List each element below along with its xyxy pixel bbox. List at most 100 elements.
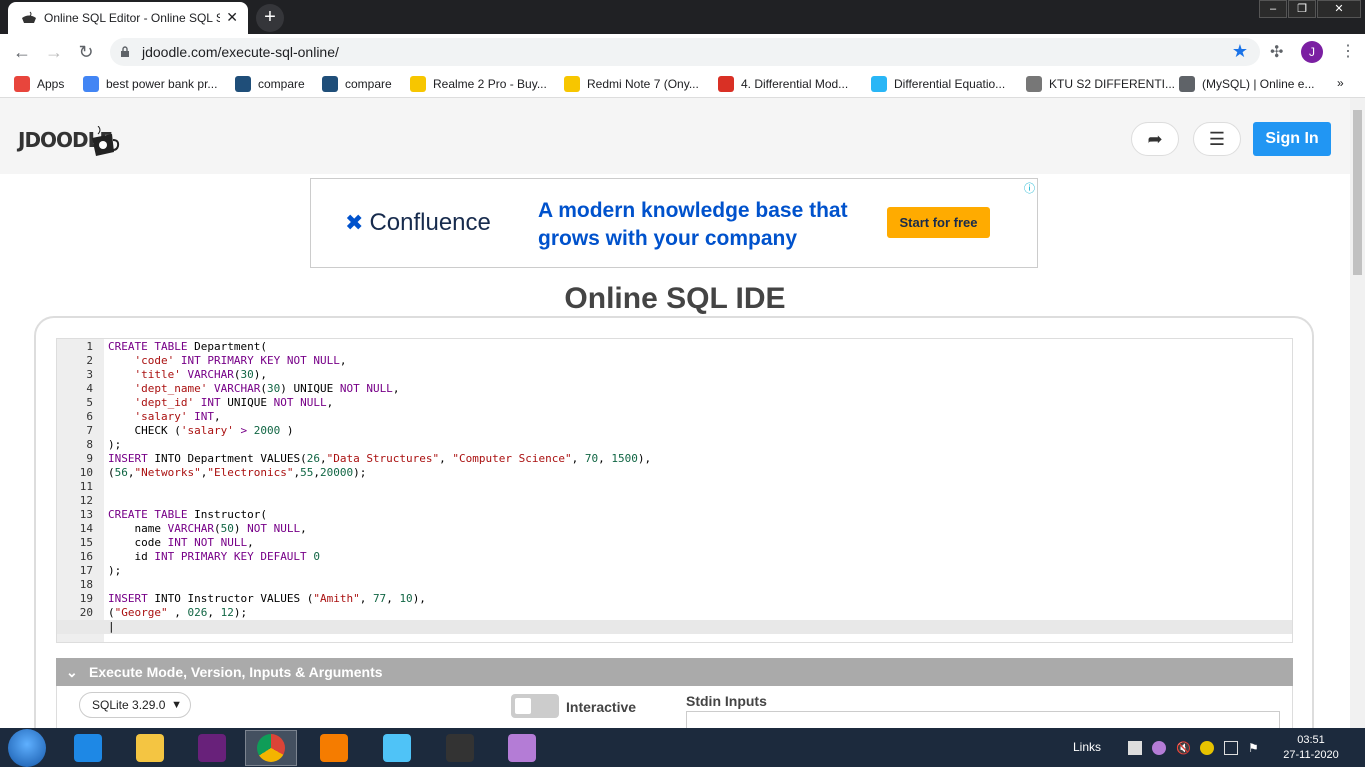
close-window-button[interactable]: ✕ [1317,0,1361,18]
line-number: 20 [79,606,93,619]
code-token: 'title' [134,368,181,381]
code-line[interactable]: CREATE TABLE Instructor( [108,508,267,522]
menu-button[interactable]: ☰ [1193,122,1241,156]
feather-tray-icon[interactable] [1152,741,1166,755]
code-line[interactable]: ); [108,564,121,578]
code-line[interactable]: 'code' INT PRIMARY KEY NOT NULL, [108,354,347,368]
ad-cta-button[interactable]: Start for free [887,207,990,238]
execute-options-header[interactable]: ⌄ Execute Mode, Version, Inputs & Argume… [56,658,1293,686]
new-tab-button[interactable]: + [256,4,284,32]
maximize-button[interactable]: ❐ [1288,0,1316,18]
interactive-toggle[interactable] [511,694,559,718]
profile-avatar[interactable]: J [1301,41,1323,63]
taskbar-app-button[interactable] [62,730,114,766]
bookmark-item[interactable]: compare [235,76,305,92]
internet-explorer-icon [74,734,102,762]
code-line[interactable]: id INT PRIMARY KEY DEFAULT 0 [108,550,319,564]
display-icon[interactable] [1224,741,1238,755]
line-number: 15 [79,536,93,549]
code-line[interactable]: name VARCHAR(50) NOT NULL, [108,522,306,536]
code-line[interactable]: 'dept_id' INT UNIQUE NOT NULL, [108,396,334,410]
code-token: ), [253,368,267,381]
taskbar-app-button[interactable] [371,730,423,766]
code-line[interactable]: ("George" , 026, 12); [108,606,247,620]
bookmark-item[interactable]: 4. Differential Mod... [718,76,848,92]
code-token: , [386,592,400,605]
code-token: VARCHAR [213,382,261,395]
code-token: , [313,466,320,479]
volume-muted-icon[interactable]: 🔇 [1176,741,1191,755]
code-token: ( [108,606,115,619]
code-editor[interactable]: 123456789101112131415161718192021 CREATE… [56,338,1293,643]
taskbar-app-button[interactable] [124,730,176,766]
tab-close-icon[interactable]: ✕ [226,9,238,26]
code-line[interactable]: CHECK ('salary' > 2000 ) [108,424,293,438]
forward-arrow-icon[interactable]: → [42,40,66,64]
system-clock[interactable]: 03:51 27-11-2020 [1278,733,1344,763]
line-number: 19 [79,592,93,605]
bookmark-item[interactable]: best power bank pr... [83,76,217,92]
tray-app-icon[interactable] [1200,741,1214,755]
code-line[interactable]: 'title' VARCHAR(30), [108,368,267,382]
bookmark-item[interactable]: Apps [14,76,64,92]
code-token: , [127,466,135,479]
page-scrollbar[interactable] [1350,98,1365,728]
code-token: INT NOT NULL [167,536,248,549]
start-button[interactable] [8,729,46,767]
sign-in-button[interactable]: Sign In [1253,122,1331,156]
code-token: Instructor( [187,508,267,521]
flag-icon[interactable]: ⚑ [1248,741,1262,755]
code-line[interactable]: 'dept_name' VARCHAR(30) UNIQUE NOT NULL, [108,382,400,396]
browser-menu-icon[interactable]: ⋮ [1340,41,1356,61]
code-line[interactable]: code INT NOT NULL, [108,536,253,550]
windows-taskbar: Links 🔇 ⚑ 03:51 27-11-2020 [0,728,1365,767]
back-arrow-icon[interactable]: ← [10,40,34,64]
reload-icon[interactable]: ↻ [74,40,98,64]
code-token: 'code' [134,354,175,367]
bookmarks-overflow-icon[interactable]: » [1337,76,1344,90]
code-line[interactable]: INSERT INTO Instructor VALUES ("Amith", … [108,592,426,606]
jdoodle-logo[interactable]: JDOODLE [18,106,122,162]
code-token: 70 [584,452,599,465]
bookmark-item[interactable]: (MySQL) | Online e... [1179,76,1314,92]
bookmark-item[interactable]: compare [322,76,392,92]
bookmark-item[interactable]: Realme 2 Pro - Buy... [410,76,547,92]
taskbar-app-button[interactable] [434,730,486,766]
version-select[interactable]: SQLite 3.29.0 ▼ [79,692,191,718]
browser-tab-active[interactable]: Online SQL Editor - Online SQL S ✕ [8,2,248,34]
window-controls: – ❐ ✕ [1258,0,1361,18]
browser-tab-title: Online SQL Editor - Online SQL S [44,11,220,25]
ad-info-icon[interactable]: ⓘ [1024,180,1035,196]
url-text: jdoodle.com/execute-sql-online/ [142,44,339,60]
stdin-input[interactable] [686,711,1280,728]
code-line[interactable]: 'salary' INT, [108,410,221,424]
code-line[interactable]: INSERT INTO Department VALUES(26,"Data S… [108,452,651,466]
bookmark-item[interactable]: KTU S2 DIFFERENTI... [1026,76,1175,92]
code-line[interactable]: (56,"Networks","Electronics",55,20000); [108,466,366,480]
code-token: ), [412,592,426,605]
taskbar-app-button[interactable] [496,730,548,766]
taskbar-app-button[interactable] [308,730,360,766]
code-line[interactable]: | [108,620,115,634]
bookmark-label: Redmi Note 7 (Ony... [587,77,699,91]
minimize-button[interactable]: – [1259,0,1287,18]
confluence-ad-banner[interactable]: ✖ Confluence A modern knowledge base that… [310,178,1038,268]
taskbar-app-button[interactable] [186,730,238,766]
address-bar[interactable]: jdoodle.com/execute-sql-online/ ★ [110,38,1260,66]
taskbar-app-button[interactable] [245,730,297,766]
bookmark-item[interactable]: Differential Equatio... [871,76,1005,92]
bookmark-item[interactable]: Redmi Note 7 (Ony... [564,76,699,92]
media-player-icon [320,734,348,762]
code-line[interactable]: ); [108,438,121,452]
network-icon[interactable] [1128,741,1142,755]
code-line[interactable]: CREATE TABLE Department( [108,340,267,354]
code-token: 2000 [253,424,281,437]
bookmark-star-icon[interactable]: ★ [1232,41,1248,62]
share-button[interactable]: ➦ [1131,122,1179,156]
extensions-puzzle-icon[interactable]: ✣ [1270,42,1283,62]
scrollbar-thumb[interactable] [1353,110,1362,275]
links-toolbar[interactable]: Links [1073,740,1101,754]
